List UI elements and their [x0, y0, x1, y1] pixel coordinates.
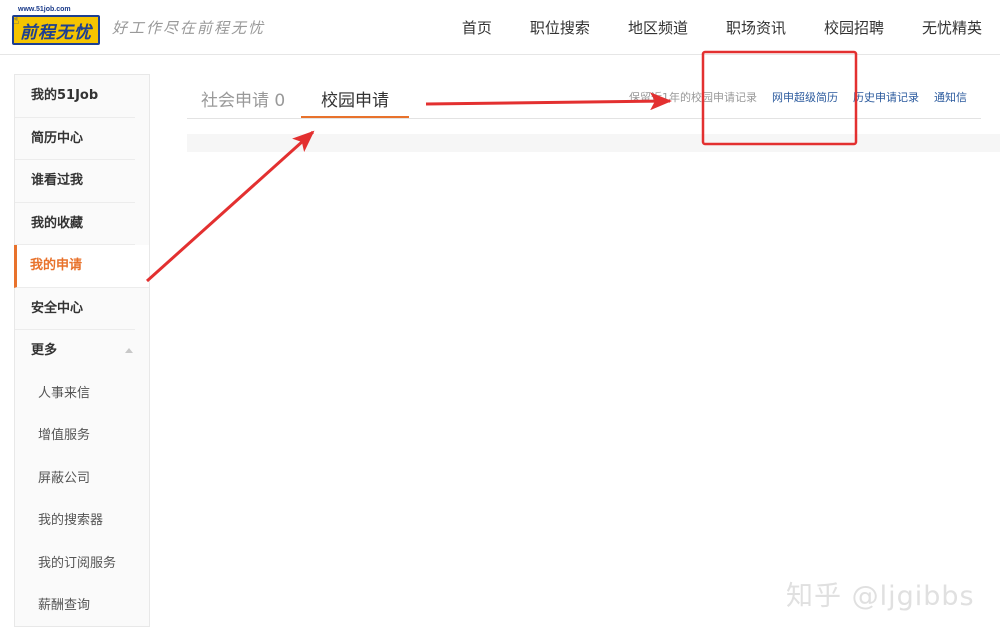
- nav-elite[interactable]: 无忧精英: [922, 17, 982, 38]
- sidebar-sub-block-company[interactable]: 屏蔽公司: [15, 458, 149, 501]
- tab-social-applications[interactable]: 社会申请 0: [201, 86, 285, 111]
- active-tab-indicator: [301, 116, 409, 118]
- caret-up-icon: [125, 348, 133, 353]
- sidebar-item-my51job[interactable]: 我的51Job: [15, 75, 135, 118]
- sidebar-sub-value-added[interactable]: 增值服务: [15, 415, 149, 458]
- logo-text: 前程无忧: [20, 23, 92, 43]
- sidebar-item-my-applications[interactable]: 我的申请: [14, 245, 149, 288]
- sidebar: 我的51Job 简历中心 谁看过我 我的收藏 我的申请 安全中心 更多 人事来信…: [14, 74, 150, 627]
- history-records-link[interactable]: 历史申请记录: [853, 89, 919, 105]
- nav-campus[interactable]: 校园招聘: [824, 17, 884, 38]
- nav-region[interactable]: 地区频道: [628, 17, 688, 38]
- logo-url: www.51job.com: [18, 6, 71, 13]
- annotation-arrow-to-tab: [145, 130, 315, 283]
- zhihu-watermark: 知乎 @ljgibbs: [786, 581, 975, 612]
- super-resume-link[interactable]: 网申超级简历: [772, 89, 838, 105]
- nav-job-search[interactable]: 职位搜索: [530, 17, 590, 38]
- logo[interactable]: www.51job.com ☝ 前程无忧: [12, 6, 102, 46]
- sidebar-item-favorites[interactable]: 我的收藏: [15, 203, 135, 245]
- nav-home[interactable]: 首页: [462, 17, 492, 38]
- sidebar-sub-salary[interactable]: 薪酬查询: [15, 585, 149, 628]
- sidebar-item-security[interactable]: 安全中心: [15, 288, 135, 330]
- site-header: www.51job.com ☝ 前程无忧 好工作尽在前程无忧 首页 职位搜索 地…: [0, 0, 1000, 55]
- notice-letters-link[interactable]: 通知信: [934, 89, 967, 105]
- content-placeholder-bar: [187, 134, 1000, 152]
- nav-workplace-news[interactable]: 职场资讯: [726, 17, 786, 38]
- tab-campus-applications[interactable]: 校园申请: [301, 86, 409, 111]
- sidebar-sub-search-agent[interactable]: 我的搜索器: [15, 500, 149, 543]
- sidebar-sub-subscriptions[interactable]: 我的订阅服务: [15, 543, 149, 586]
- sidebar-more-label: 更多: [31, 343, 58, 358]
- sidebar-sub-hr-letters[interactable]: 人事来信: [15, 373, 149, 416]
- logo-badge: ☝ 前程无忧: [12, 13, 100, 45]
- sidebar-item-more[interactable]: 更多: [15, 330, 135, 373]
- main-nav: 首页 职位搜索 地区频道 职场资讯 校园招聘 无忧精英: [424, 17, 982, 38]
- sidebar-item-resume-center[interactable]: 简历中心: [15, 118, 135, 160]
- application-links: 保留近1年的校园申请记录 网申超级简历 历史申请记录 通知信: [629, 89, 967, 105]
- slogan: 好工作尽在前程无忧: [112, 19, 266, 37]
- retention-hint: 保留近1年的校园申请记录: [629, 91, 757, 104]
- sidebar-item-who-viewed[interactable]: 谁看过我: [15, 160, 135, 203]
